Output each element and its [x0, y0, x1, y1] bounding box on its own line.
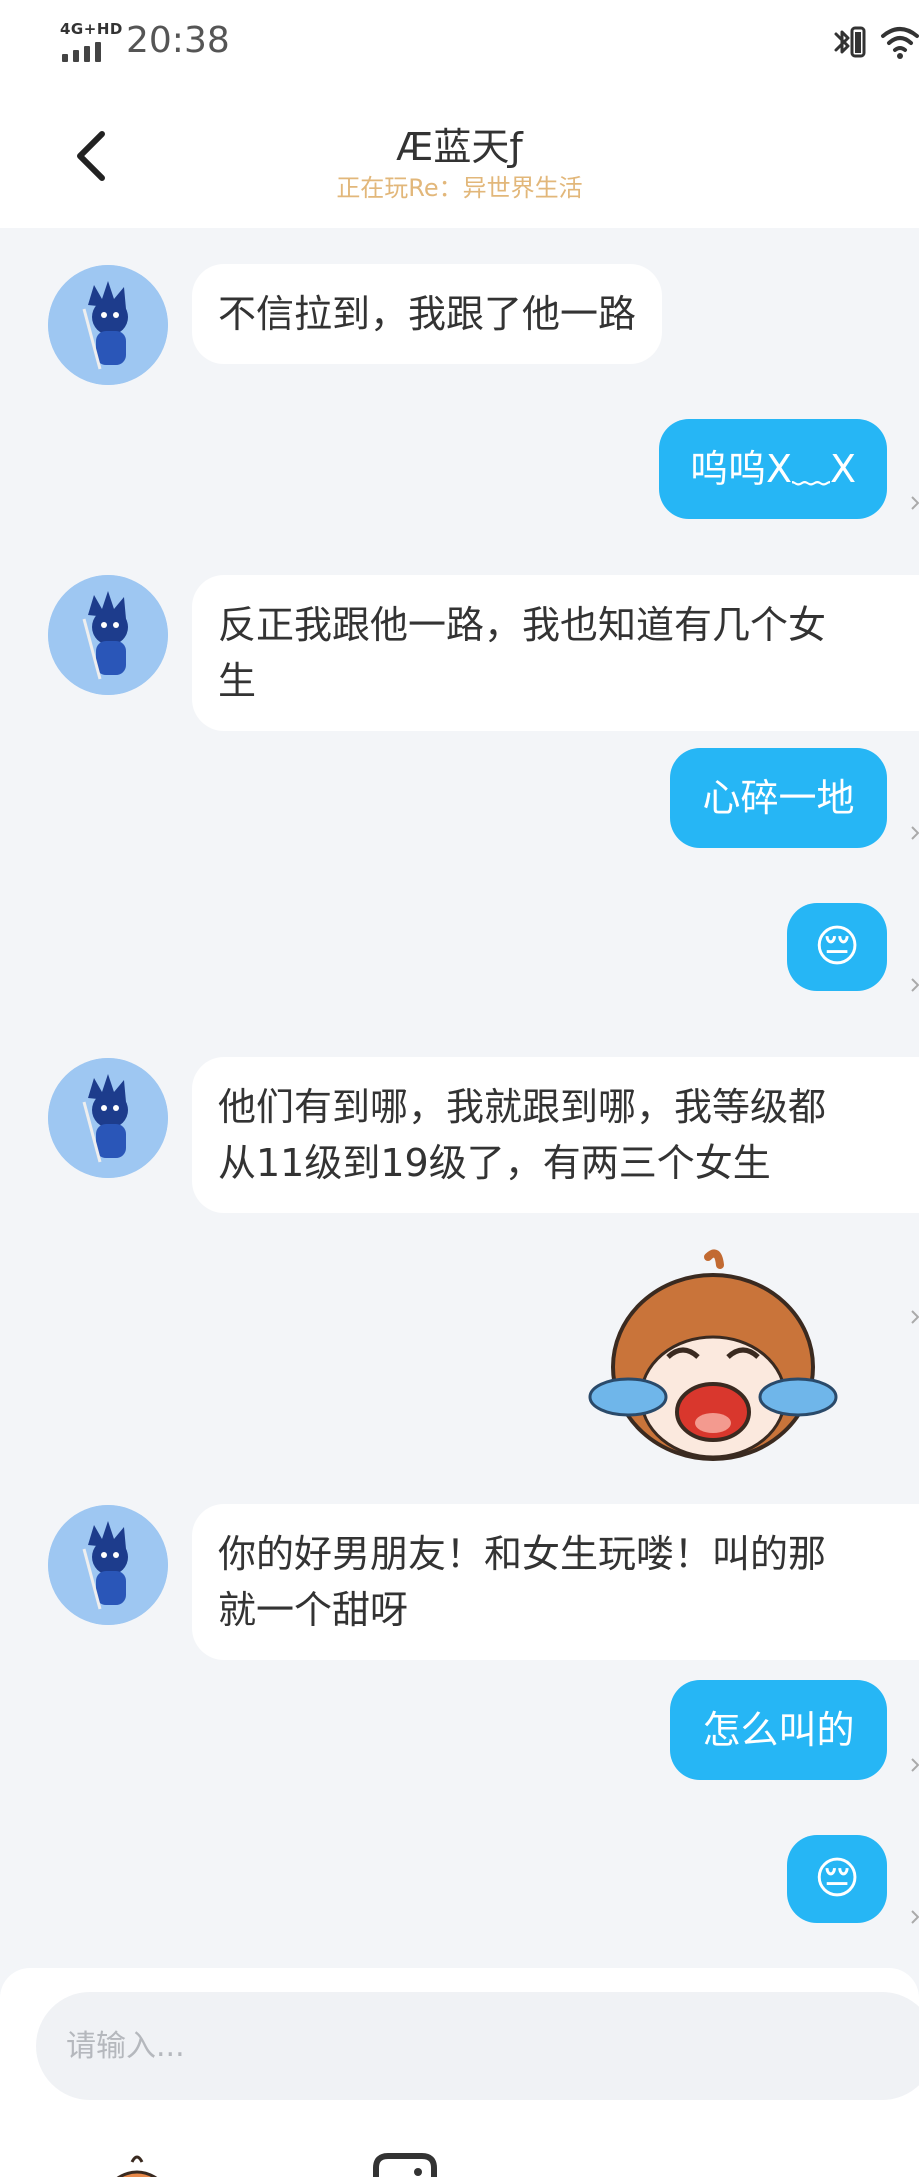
- message-input[interactable]: [36, 1992, 919, 2100]
- wifi-icon: [881, 27, 919, 59]
- image-button-icon[interactable]: [370, 2152, 440, 2177]
- message-text: 呜呜X﹏X: [689, 447, 857, 491]
- outgoing-message-bubble[interactable]: 怎么叫的: [670, 1680, 887, 1780]
- status-time: 20:38: [126, 20, 230, 61]
- message-text: 心碎一地: [702, 776, 855, 820]
- message-composer: [0, 1968, 919, 2177]
- outgoing-emoji-bubble[interactable]: 😔: [787, 903, 887, 991]
- incoming-message-bubble[interactable]: 不信拉到，我跟了他一路: [192, 264, 663, 364]
- incoming-message-bubble[interactable]: 他们有到哪，我就跟到哪，我等级都 从11级到19级了，有两三个女生: [192, 1057, 919, 1213]
- contact-avatar[interactable]: [48, 1505, 168, 1625]
- message-line: 就一个甜呀: [218, 1588, 409, 1632]
- contact-status: 正在玩Re：异世界生活: [336, 174, 583, 202]
- avatar-character-icon: [48, 265, 168, 385]
- contact-avatar[interactable]: [48, 265, 168, 385]
- message-line: 你的好男朋友！和女生玩喽！叫的那: [218, 1532, 827, 1576]
- self-avatar-edge: [911, 1310, 919, 1324]
- contact-name: Æ蓝天ƒ: [396, 125, 523, 169]
- outgoing-message-bubble[interactable]: 呜呜X﹏X: [659, 419, 887, 519]
- signal-bars-icon: [62, 42, 101, 62]
- message-line: 反正我跟他一路，我也知道有几个女: [218, 603, 827, 647]
- self-avatar-edge: [911, 1758, 919, 1772]
- pensive-face-icon: 😔: [814, 921, 860, 972]
- message-line: 他们有到哪，我就跟到哪，我等级都: [218, 1085, 827, 1129]
- network-type: 4G+HD: [60, 20, 123, 38]
- self-avatar-edge: [911, 826, 919, 840]
- incoming-message-bubble[interactable]: 你的好男朋友！和女生玩喽！叫的那 就一个甜呀: [192, 1504, 919, 1660]
- chat-header: Æ蓝天ƒ 正在玩Re：异世界生活: [0, 90, 919, 228]
- self-avatar-edge: [911, 496, 919, 510]
- avatar-character-icon: [48, 575, 168, 695]
- incoming-message-bubble[interactable]: 反正我跟他一路，我也知道有几个女 生: [192, 575, 919, 731]
- contact-avatar[interactable]: [48, 1058, 168, 1178]
- network-indicator: 4G+HD: [60, 20, 123, 62]
- pensive-face-icon: 😔: [814, 1853, 860, 1904]
- message-line: 生: [218, 659, 257, 703]
- message-text: 不信拉到，我跟了他一路: [218, 292, 637, 336]
- contact-avatar[interactable]: [48, 575, 168, 695]
- message-list[interactable]: 不信拉到，我跟了他一路 呜呜X﹏X 反正我跟他一路，我也知道有几个女 生 心碎一…: [0, 228, 919, 1968]
- outgoing-emoji-bubble[interactable]: 😔: [787, 1835, 887, 1923]
- avatar-character-icon: [48, 1058, 168, 1178]
- avatar-character-icon: [48, 1505, 168, 1625]
- self-avatar-edge: [911, 1910, 919, 1924]
- crying-sticker-icon[interactable]: [588, 1247, 838, 1477]
- self-avatar-edge: [911, 978, 919, 992]
- status-bar: 4G+HD 20:38: [0, 0, 919, 90]
- message-text: 怎么叫的: [702, 1708, 855, 1752]
- message-line: 从11级到19级了，有两三个女生: [218, 1141, 771, 1185]
- outgoing-message-bubble[interactable]: 心碎一地: [670, 748, 887, 848]
- sticker-button-icon[interactable]: [96, 2152, 178, 2177]
- bluetooth-battery-icon: [834, 26, 866, 58]
